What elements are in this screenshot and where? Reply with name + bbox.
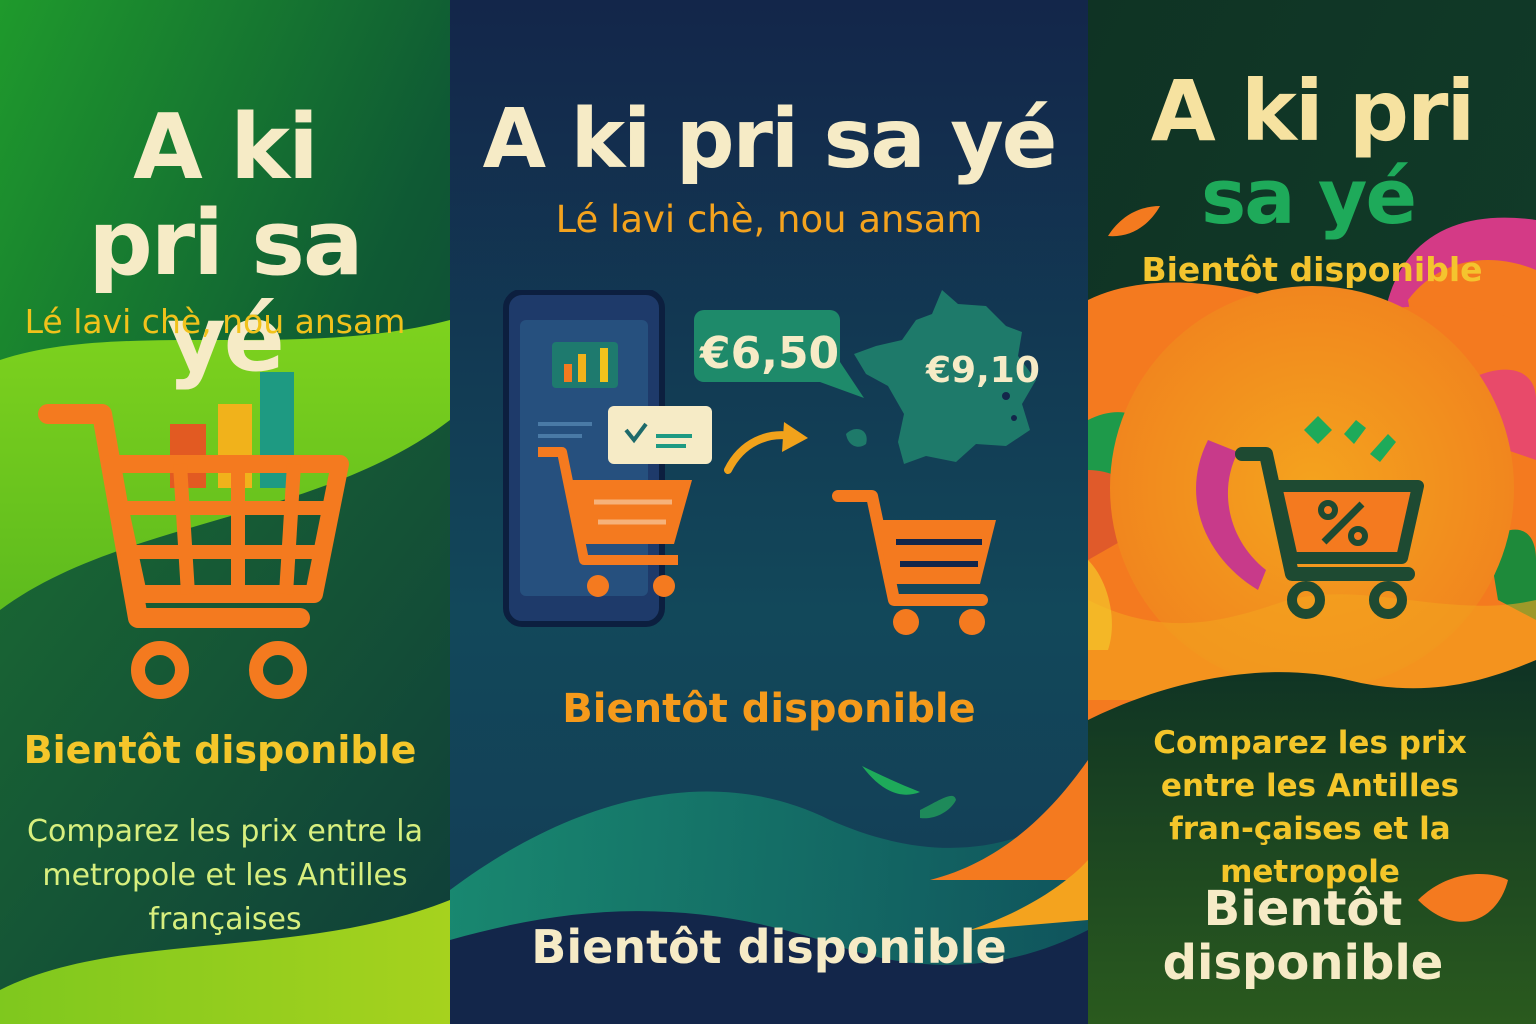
panel-title: A ki pri sa yé <box>482 92 1058 187</box>
panel-title-line2: sa yé <box>1200 152 1417 241</box>
discount-cart-icon <box>1235 416 1424 619</box>
description: Comparez les prix entre la metropole et … <box>27 814 423 937</box>
coming-soon-footer: Bientôt disponible <box>1162 881 1444 991</box>
shopping-cart-icon <box>832 490 996 635</box>
tagline: Lé lavi chè, nou ansam <box>24 302 406 341</box>
price-mainland: €6,50 <box>700 328 840 379</box>
panel-navy: A ki pri sa yé Lé lavi chè, nou ansam €6… <box>450 0 1088 1024</box>
panel-title: A ki pri sa yé <box>88 95 363 392</box>
coming-soon-footer: Bientôt disponible <box>531 920 1007 974</box>
panel-orange: A ki pri sa yé Bientôt disponible Compar… <box>1088 0 1536 1024</box>
panel-title-line1: A ki pri <box>1150 62 1476 160</box>
coming-soon-label: Bientôt disponible <box>23 728 417 772</box>
arrow-icon <box>724 422 808 474</box>
shopping-cart-icon <box>38 372 349 699</box>
poster-triptych: A ki pri sa yé Lé lavi chè, nou ansam Bi… <box>0 0 1536 1024</box>
coming-soon-label: Bientôt disponible <box>1141 250 1483 289</box>
description: Comparez les prix entre les Antilles fra… <box>1153 725 1467 890</box>
panel-green: A ki pri sa yé Lé lavi chè, nou ansam Bi… <box>0 0 450 1024</box>
coming-soon-label: Bientôt disponible <box>562 686 976 732</box>
price-antilles: €9,10 <box>926 350 1040 391</box>
tagline: Lé lavi chè, nou ansam <box>555 198 983 241</box>
